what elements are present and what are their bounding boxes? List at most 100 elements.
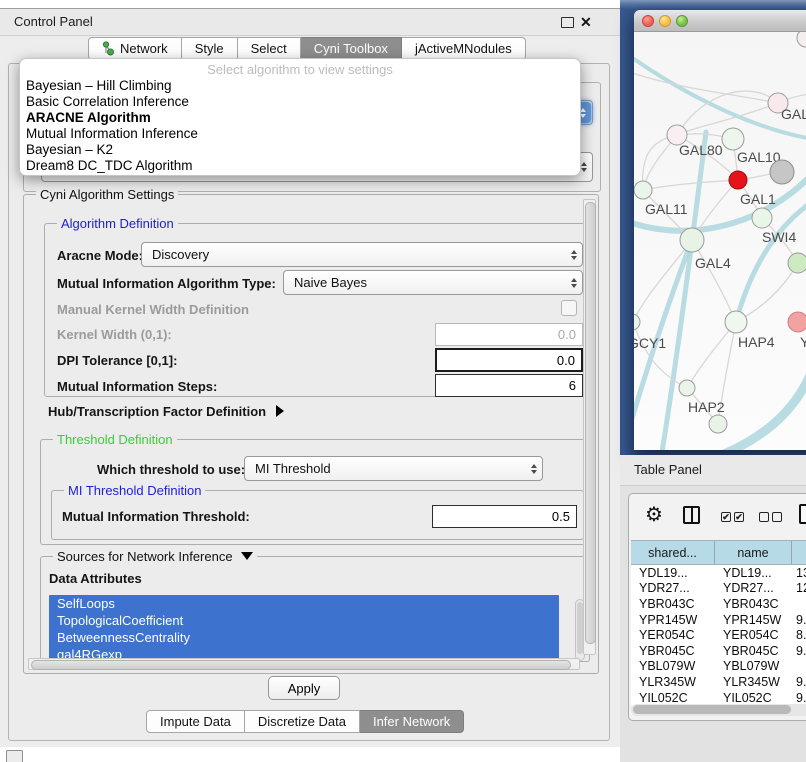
kernel-width-input[interactable] — [435, 323, 583, 346]
table-cell: 9. — [792, 675, 806, 689]
mi-type-value: Naive Bayes — [284, 275, 566, 290]
network-node[interactable] — [729, 171, 747, 189]
network-node[interactable] — [770, 160, 794, 184]
network-view-window: GALGAL80GAL10GAL1GAL11SWI4GAL4GCY1HAP4YH… — [634, 10, 806, 450]
table-row[interactable]: YLR345WYLR345W9. — [631, 674, 806, 690]
cyni-algorithm-settings-group: Cyni Algorithm Settings Algorithm Defini… — [23, 194, 599, 674]
expand-arrow-icon — [276, 405, 284, 417]
gear-icon[interactable]: ⚙ — [645, 502, 663, 527]
settings-vertical-scrollbar[interactable] — [583, 199, 596, 655]
network-node[interactable] — [788, 253, 806, 273]
data-attribute-option[interactable]: SelfLoops — [49, 595, 559, 612]
node-table: shared... name YDL19...YDL19...13YDR27..… — [631, 540, 806, 705]
algorithm-option[interactable]: Bayesian – Hill Climbing — [26, 78, 574, 94]
network-edge[interactable] — [634, 72, 778, 103]
table-cell: 13 — [792, 566, 806, 580]
data-attribute-option[interactable]: TopologicalCoefficient — [49, 612, 559, 629]
sources-group-title[interactable]: Sources for Network Inference — [53, 549, 257, 564]
table-cell: YPR145W — [631, 613, 715, 627]
table-cell: YDL19... — [715, 566, 792, 580]
table-row[interactable]: YER054CYER054C8. — [631, 627, 806, 643]
aracne-mode-label: Aracne Mode: — [57, 248, 143, 263]
tab-network[interactable]: Network — [88, 37, 182, 60]
network-icon — [102, 41, 115, 56]
docked-panel-icon[interactable] — [6, 750, 23, 762]
tab-select[interactable]: Select — [238, 37, 301, 60]
float-panel-icon[interactable] — [561, 17, 574, 28]
network-node[interactable] — [709, 415, 727, 433]
column-header[interactable]: shared... — [631, 541, 715, 564]
table-row[interactable]: YDL19...YDL19...13 — [631, 565, 806, 581]
network-node[interactable] — [752, 208, 772, 228]
bottom-tabs: Impute Data Discretize Data Infer Networ… — [146, 710, 464, 733]
network-node-label: GAL4 — [695, 255, 731, 271]
network-edge[interactable] — [643, 180, 738, 190]
table-row[interactable]: YPR145WYPR145W9. — [631, 612, 806, 628]
network-node[interactable] — [634, 314, 640, 330]
algorithm-option[interactable]: Bayesian – K2 — [26, 142, 574, 158]
which-threshold-combo[interactable]: MI Threshold — [244, 456, 543, 481]
mi-threshold-group-title: MI Threshold Definition — [64, 483, 205, 498]
network-node[interactable] — [680, 228, 704, 252]
mi-type-combo[interactable]: Naive Bayes — [283, 270, 583, 295]
which-threshold-value: MI Threshold — [245, 461, 526, 476]
zoom-window-icon[interactable] — [676, 15, 688, 27]
network-node[interactable] — [722, 128, 744, 150]
table-row[interactable]: YDR27...YDR27...12 — [631, 581, 806, 597]
split-columns-icon[interactable] — [683, 506, 700, 524]
table-cell: 9. — [792, 691, 806, 705]
apply-button[interactable]: Apply — [268, 676, 340, 700]
aracne-mode-combo[interactable]: Discovery — [141, 242, 583, 267]
deselect-all-checkbox-icon[interactable] — [759, 512, 769, 522]
network-node[interactable] — [634, 181, 652, 199]
data-attribute-option[interactable]: BetweennessCentrality — [49, 629, 559, 646]
screenshot-root: Control Panel ✕ Network Style Select — [0, 0, 806, 762]
network-edge[interactable] — [687, 322, 736, 388]
manual-kernel-checkbox[interactable] — [561, 300, 577, 316]
tab-impute-data[interactable]: Impute Data — [146, 710, 245, 733]
table-row[interactable]: YIL052CYIL052C9. — [631, 690, 806, 705]
minimize-window-icon[interactable] — [659, 15, 671, 27]
tab-style[interactable]: Style — [182, 37, 238, 60]
close-icon[interactable]: ✕ — [580, 13, 592, 31]
document-icon[interactable] — [799, 504, 806, 524]
hub-definition-row[interactable]: Hub/Transcription Factor Definition — [48, 403, 284, 421]
table-cell: YBR045C — [631, 644, 715, 658]
tab-jactivemnodules[interactable]: jActiveMNodules — [402, 37, 526, 60]
algorithm-option[interactable]: Dream8 DC_TDC Algorithm — [26, 158, 574, 174]
network-node[interactable] — [679, 380, 695, 396]
network-edge[interactable] — [692, 240, 736, 322]
kernel-width-label: Kernel Width (0,1): — [57, 327, 172, 342]
select-all-checkbox-icon[interactable]: ✔ — [721, 512, 731, 522]
column-header[interactable] — [792, 541, 806, 564]
table-row[interactable]: YBL079WYBL079W — [631, 659, 806, 675]
table-panel-title: Table Panel — [634, 455, 702, 485]
network-node[interactable] — [797, 32, 806, 47]
network-node[interactable] — [725, 311, 747, 333]
select-all-checkbox-icon: ✔ — [734, 512, 744, 522]
network-canvas[interactable]: GALGAL80GAL10GAL1GAL11SWI4GAL4GCY1HAP4YH… — [634, 32, 806, 450]
tab-infer-network[interactable]: Infer Network — [360, 710, 464, 733]
dpi-tolerance-input[interactable] — [435, 348, 583, 372]
network-window-titlebar[interactable] — [634, 10, 806, 32]
network-node-label: Y — [800, 334, 806, 350]
table-cell: YBR043C — [631, 597, 715, 611]
mi-steps-input[interactable] — [435, 374, 583, 397]
network-node-label: GCY1 — [634, 335, 666, 351]
tab-discretize-data[interactable]: Discretize Data — [245, 710, 360, 733]
table-body: YDL19...YDL19...13YDR27...YDR27...12YBR0… — [631, 565, 806, 705]
column-header[interactable]: name — [715, 541, 792, 564]
mi-threshold-input[interactable] — [432, 505, 577, 528]
close-window-icon[interactable] — [642, 15, 654, 27]
table-cell: YBR043C — [715, 597, 792, 611]
network-node[interactable] — [788, 312, 806, 332]
table-horizontal-scrollbar[interactable] — [631, 704, 806, 716]
settings-horizontal-scrollbar[interactable] — [28, 658, 580, 670]
tab-cyni-toolbox[interactable]: Cyni Toolbox — [301, 37, 402, 60]
table-cell: YLR345W — [715, 675, 792, 689]
table-row[interactable]: YBR043CYBR043C — [631, 596, 806, 612]
algorithm-option[interactable]: ARACNE Algorithm — [26, 110, 574, 126]
table-row[interactable]: YBR045CYBR045C9. — [631, 643, 806, 659]
algorithm-option[interactable]: Mutual Information Inference — [26, 126, 574, 142]
algorithm-option[interactable]: Basic Correlation Inference — [26, 94, 574, 110]
